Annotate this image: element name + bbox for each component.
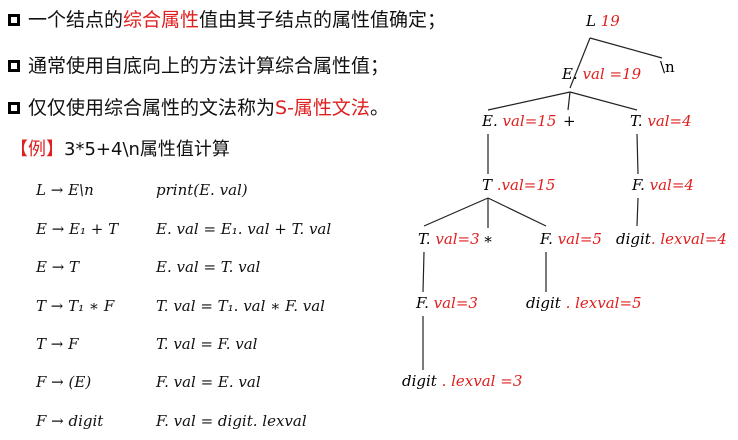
tree-edges bbox=[422, 37, 663, 370]
tree-edge bbox=[569, 91, 638, 111]
tree-node: F. val=4 bbox=[631, 176, 694, 194]
tree-node: ∗ bbox=[483, 230, 493, 248]
tree-node: T. val=3 bbox=[418, 230, 480, 248]
tree-node: L 19 bbox=[585, 12, 620, 30]
tree-edge bbox=[487, 91, 571, 111]
tree-node: T. val=4 bbox=[630, 112, 692, 130]
tree-edge bbox=[636, 197, 639, 227]
tree-node: T .val=15 bbox=[482, 176, 555, 194]
tree-node: + bbox=[563, 112, 576, 130]
tree-edge bbox=[636, 133, 639, 175]
tree-node: F. val=5 bbox=[539, 230, 602, 248]
tree-edge bbox=[589, 37, 663, 59]
tree-node: digit . lexval=5 bbox=[526, 294, 642, 312]
tree-node: \n bbox=[660, 58, 675, 76]
tree-node: E. val =19 bbox=[561, 65, 642, 83]
tree-edge bbox=[422, 251, 425, 293]
tree-edge bbox=[423, 197, 489, 227]
annotated-parse-tree: L 19 E. val =19 \n E. val=15 + T. val=4 T .val… bbox=[402, 12, 727, 390]
tree-node: digit . lexval =3 bbox=[402, 372, 522, 390]
tree-node: E. val=15 bbox=[481, 112, 556, 130]
tree-node: digit. lexval=4 bbox=[616, 230, 727, 248]
tree-edge bbox=[487, 197, 547, 227]
tree-edge bbox=[567, 91, 571, 111]
tree-node: F. val=3 bbox=[415, 294, 478, 312]
